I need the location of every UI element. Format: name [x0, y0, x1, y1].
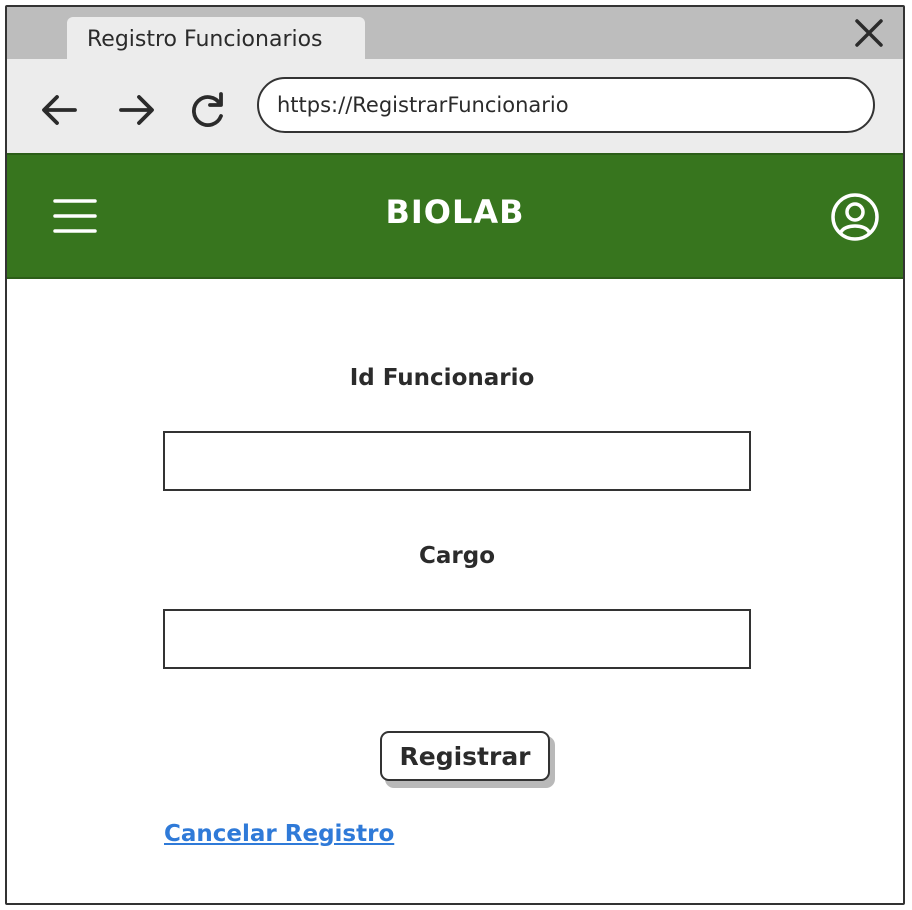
browser-chrome: Registro Funcionarios https://RegistrarF… — [7, 7, 903, 153]
browser-toolbar: https://RegistrarFuncionario — [7, 59, 903, 153]
app-header: BIOLAB — [7, 153, 903, 279]
cancel-registro-link[interactable]: Cancelar Registro — [164, 821, 394, 847]
app-brand: BIOLAB — [385, 193, 525, 231]
browser-tab[interactable]: Registro Funcionarios — [67, 17, 365, 59]
arrow-right-icon[interactable] — [113, 87, 159, 133]
tab-title: Registro Funcionarios — [87, 27, 323, 52]
arrow-left-icon[interactable] — [37, 87, 83, 133]
id-funcionario-input[interactable] — [163, 431, 751, 491]
cargo-input[interactable] — [163, 609, 751, 669]
close-icon[interactable] — [849, 13, 889, 53]
address-bar[interactable]: https://RegistrarFuncionario — [257, 77, 875, 133]
url-text: https://RegistrarFuncionario — [277, 93, 569, 117]
id-funcionario-label: Id Funcionario — [349, 365, 535, 391]
cargo-label: Cargo — [418, 543, 495, 569]
reload-icon[interactable] — [185, 87, 231, 133]
user-profile-icon[interactable] — [829, 191, 881, 243]
registrar-button[interactable]: Registrar — [380, 731, 550, 781]
browser-window: Registro Funcionarios https://RegistrarF… — [5, 5, 905, 905]
